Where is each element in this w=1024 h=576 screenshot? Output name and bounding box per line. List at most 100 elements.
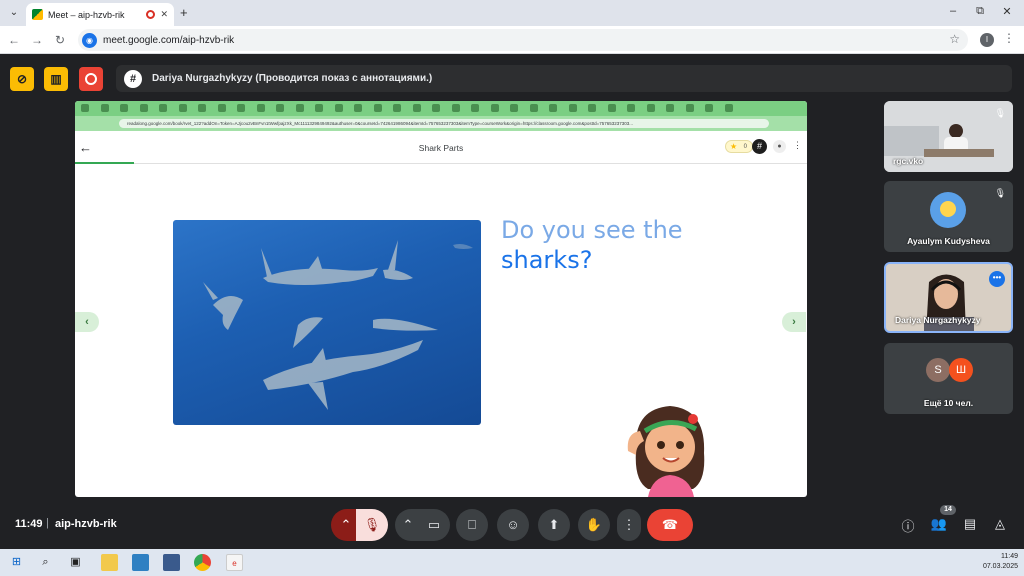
microphone-off-button[interactable]: 🎙 bbox=[356, 509, 388, 541]
participant-name: rgc.vko bbox=[893, 156, 924, 166]
shared-browser-tab bbox=[588, 104, 596, 112]
shared-browser-tab bbox=[159, 104, 167, 112]
shared-browser-tab bbox=[666, 104, 674, 112]
shared-browser-tab bbox=[705, 104, 713, 112]
shared-browser-tab bbox=[490, 104, 499, 112]
forward-arrow-icon[interactable]: → bbox=[29, 32, 45, 48]
browser-tab-meet[interactable]: Meet – aip-hzvb-rik ✕ bbox=[26, 3, 174, 26]
participant-tile-dariya[interactable]: ••• Dariya Nurgazhykyzy bbox=[884, 262, 1013, 333]
reload-icon[interactable]: ↻ bbox=[52, 32, 68, 48]
shared-browser-tab bbox=[295, 104, 304, 112]
shared-browser-tab bbox=[120, 104, 128, 112]
shared-browser-tab bbox=[646, 104, 655, 112]
meeting-info-icon[interactable]: ⓘ bbox=[898, 516, 918, 535]
shared-screen: readalong.google.com/book/rvet_122?addOn… bbox=[75, 101, 807, 497]
shared-browser-tab bbox=[198, 104, 206, 112]
shared-browser-tab bbox=[315, 104, 323, 112]
previous-page-button[interactable]: ‹ bbox=[75, 312, 99, 332]
meeting-code: aip-hzvb-rik bbox=[55, 518, 117, 530]
more-options-icon[interactable]: ••• bbox=[989, 271, 1005, 287]
emoji-reactions-button[interactable]: ☺ bbox=[497, 509, 529, 541]
browser-menu-icon[interactable]: ⋮ bbox=[1003, 31, 1015, 45]
shared-browser-tab bbox=[81, 104, 89, 112]
participant-initial-avatar: S bbox=[926, 358, 950, 382]
stars-counter: 0 bbox=[725, 140, 753, 153]
shared-browser-tab bbox=[139, 104, 148, 112]
system-clock: 11:49 07.03.2025 bbox=[983, 552, 1018, 572]
address-bar[interactable]: ◉ meet.google.com/aip-hzvb-rik ☆ bbox=[78, 29, 968, 51]
task-view-icon[interactable]: ▣ bbox=[67, 554, 84, 571]
system-time: 11:49 bbox=[1001, 553, 1018, 560]
meeting-clock: 11:49 bbox=[15, 518, 43, 530]
shared-browser-tab bbox=[451, 104, 460, 112]
mic-off-icon: 🎙 bbox=[994, 188, 1006, 198]
document-app-icon[interactable]: e bbox=[226, 554, 243, 571]
media-app-icon[interactable] bbox=[163, 554, 180, 571]
participant-name: Ayaulym Kudysheva bbox=[907, 236, 990, 246]
camera-button[interactable]: ▭ bbox=[418, 509, 450, 541]
more-options-button[interactable]: ⋮ bbox=[617, 509, 641, 541]
tab-close-icon[interactable]: ✕ bbox=[160, 9, 168, 20]
chrome-icon[interactable] bbox=[194, 554, 211, 571]
participant-tile-rgc-vko[interactable]: 🎙 rgc.vko bbox=[884, 101, 1013, 172]
participants-icon[interactable]: 👥 bbox=[929, 516, 949, 532]
captions-button[interactable]: ⎕ bbox=[456, 509, 488, 541]
shared-browser-tab bbox=[334, 104, 343, 112]
present-screen-button[interactable]: ⬆ bbox=[538, 509, 570, 541]
shared-browser-tab bbox=[256, 104, 265, 112]
building-icon[interactable]: ▥ bbox=[44, 67, 68, 91]
recording-icon[interactable] bbox=[79, 67, 103, 91]
reading-mic-icon[interactable]: ● bbox=[773, 140, 786, 153]
shared-tabstrip bbox=[75, 101, 807, 116]
participant-tile-ayaulym[interactable]: 🎙 Ayaulym Kudysheva bbox=[884, 181, 1013, 252]
site-info-icon[interactable]: ◉ bbox=[82, 32, 97, 48]
leave-call-button[interactable]: ☎ bbox=[647, 509, 693, 541]
window-close-button[interactable]: ✕ bbox=[997, 5, 1017, 18]
shared-browser-tab bbox=[100, 104, 109, 112]
shared-browser-tab bbox=[685, 104, 694, 112]
story-line-2: sharks? bbox=[501, 246, 593, 274]
shared-browser-tab bbox=[217, 104, 226, 112]
presenter-banner: # Dariya Nurgazhykyzy (Проводится показ … bbox=[116, 65, 1012, 92]
shared-url: readalong.google.com/book/rvet_122?addOn… bbox=[119, 119, 769, 128]
raise-hand-button[interactable]: ✋ bbox=[578, 509, 610, 541]
windows-start-icon[interactable]: ⊞ bbox=[8, 554, 25, 571]
activities-icon[interactable]: ◬ bbox=[990, 516, 1010, 532]
chat-icon[interactable]: ▤ bbox=[960, 516, 980, 532]
address-url: meet.google.com/aip-hzvb-rik bbox=[103, 34, 235, 46]
window-restore-button[interactable]: ⧉ bbox=[970, 5, 990, 18]
host-controls-icon[interactable]: ⊘ bbox=[10, 67, 34, 91]
participant-tile-others[interactable]: S Ш Ещё 10 чел. bbox=[884, 343, 1013, 414]
shared-browser-tab bbox=[568, 104, 577, 112]
store-app-icon[interactable] bbox=[132, 554, 149, 571]
file-explorer-icon[interactable] bbox=[101, 554, 118, 571]
presenter-avatar: # bbox=[124, 69, 142, 88]
reading-buddy-illustration bbox=[618, 401, 718, 497]
participants-count-badge: 14 bbox=[940, 505, 956, 515]
shared-browser-tab bbox=[354, 104, 362, 112]
next-page-button[interactable]: › bbox=[782, 312, 806, 332]
book-menu-icon[interactable]: ⋮ bbox=[793, 140, 802, 151]
back-arrow-icon[interactable]: ← bbox=[6, 32, 22, 48]
tab-search-chevron-icon[interactable]: ⌄ bbox=[6, 5, 22, 21]
shared-browser-tab bbox=[471, 104, 479, 112]
new-tab-button[interactable]: + bbox=[180, 5, 188, 20]
participant-avatar bbox=[930, 192, 966, 228]
meet-favicon-icon bbox=[32, 9, 43, 20]
mic-off-icon: 🎙 bbox=[994, 108, 1006, 118]
profile-avatar[interactable]: I bbox=[980, 33, 994, 47]
shared-browser-tab bbox=[178, 104, 187, 112]
window-minimize-button[interactable]: – bbox=[943, 5, 963, 17]
shared-browser-tab bbox=[724, 104, 733, 112]
shared-browser-tab bbox=[549, 104, 557, 112]
search-icon[interactable]: ⌕ bbox=[37, 554, 54, 571]
recording-indicator-icon bbox=[146, 10, 156, 19]
shared-browser-tab bbox=[373, 104, 382, 112]
bookmark-star-icon[interactable]: ☆ bbox=[949, 32, 960, 46]
shared-browser-tab bbox=[510, 104, 518, 112]
tab-title: Meet – aip-hzvb-rik bbox=[48, 9, 125, 20]
participant-initial-avatar: Ш bbox=[949, 358, 973, 382]
reader-avatar[interactable]: # bbox=[752, 139, 767, 154]
sharks-photo bbox=[173, 220, 481, 425]
book-progress-bar bbox=[75, 162, 807, 164]
